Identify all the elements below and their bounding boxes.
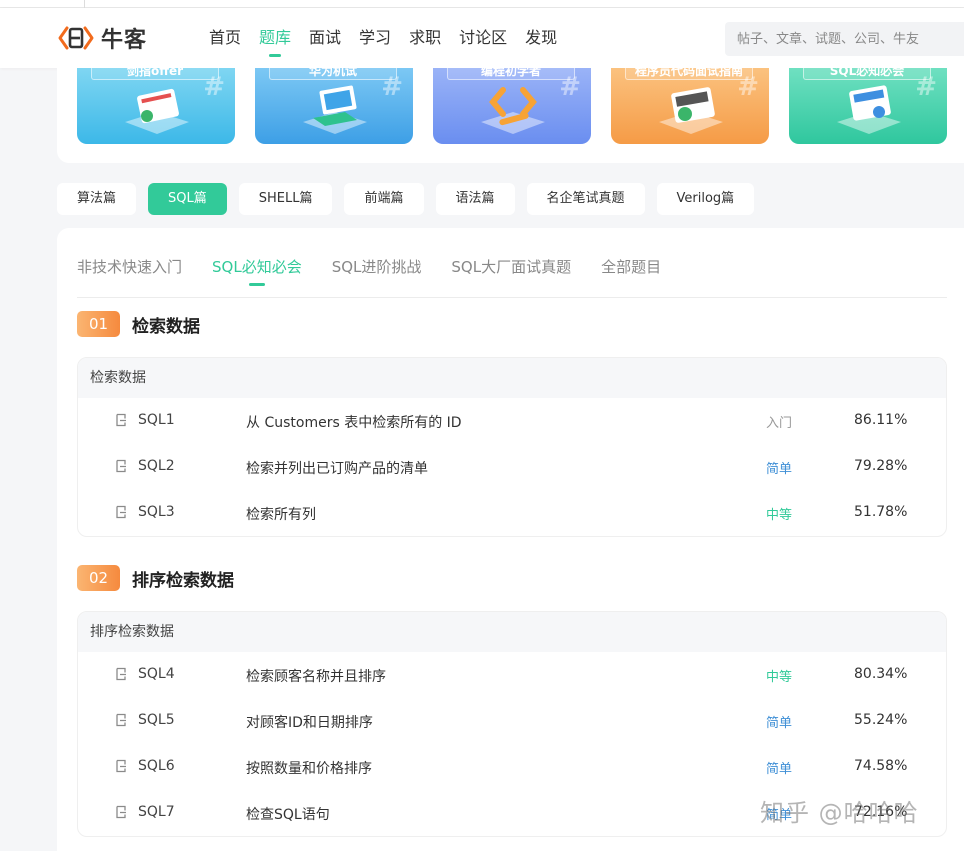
question-title-link[interactable]: 检索所有列 xyxy=(246,504,316,524)
chip-shell[interactable]: SHELL篇 xyxy=(238,183,333,215)
search-input[interactable] xyxy=(725,22,964,56)
difficulty-badge: 入门 xyxy=(766,416,793,431)
top-navbar: 牛客 首页 题库 面试 学习 求职 讨论区 发现 xyxy=(0,8,964,68)
question-id: SQL5 xyxy=(138,712,175,728)
main-nav: 首页 题库 面试 学习 求职 讨论区 发现 xyxy=(200,26,566,57)
question-id: SQL6 xyxy=(138,758,175,774)
question-doc-icon xyxy=(116,713,126,727)
difficulty-badge: 简单 xyxy=(766,462,793,477)
question-row[interactable]: SQL2 检索并列出已订购产品的清单 简单 79.28% xyxy=(78,444,946,490)
tab-sql-must-know[interactable]: SQL必知必会 xyxy=(212,256,302,286)
divider xyxy=(77,297,947,298)
question-row[interactable]: SQL6 按照数量和价格排序 简单 74.58% xyxy=(78,744,946,790)
chip-sql[interactable]: SQL篇 xyxy=(148,183,227,215)
question-doc-icon xyxy=(116,805,126,819)
chip-verilog[interactable]: Verilog篇 xyxy=(656,183,755,215)
chip-syntax[interactable]: 语法篇 xyxy=(435,183,515,215)
tab-non-tech-intro[interactable]: 非技术快速入门 xyxy=(77,256,182,277)
question-title-link[interactable]: 检索并列出已订购产品的清单 xyxy=(246,458,428,478)
pass-rate: 86.11% xyxy=(854,412,908,428)
difficulty-badge: 中等 xyxy=(766,670,793,685)
group-title: 检索数据 xyxy=(78,358,946,398)
banner-card-sql[interactable]: SQL必知必会 # xyxy=(789,68,947,144)
hash-icon: # xyxy=(737,72,759,102)
section-title: 检索数据 xyxy=(132,316,200,337)
code-icon xyxy=(481,87,545,134)
hash-icon: # xyxy=(203,72,225,102)
sub-tabs: 非技术快速入门 SQL必知必会 SQL进阶挑战 SQL大厂面试真题 全部题目 xyxy=(77,256,691,286)
hash-icon: # xyxy=(381,72,403,102)
question-title-link[interactable]: 从 Customers 表中检索所有的 ID xyxy=(246,412,462,432)
question-group: 检索数据 SQL1 从 Customers 表中检索所有的 ID 入门 86.1… xyxy=(77,357,947,537)
nav-interview[interactable]: 面试 xyxy=(309,26,341,50)
section-number-badge: 01 xyxy=(77,311,120,337)
question-id: SQL4 xyxy=(138,666,175,682)
question-doc-icon xyxy=(116,459,126,473)
question-row[interactable]: SQL1 从 Customers 表中检索所有的 ID 入门 86.11% xyxy=(78,398,946,444)
question-doc-icon xyxy=(116,505,126,519)
chip-company-exams[interactable]: 名企笔试真题 xyxy=(526,183,645,215)
hash-icon: # xyxy=(559,72,581,102)
nav-jobs[interactable]: 求职 xyxy=(409,26,441,50)
tab-sql-big-tech[interactable]: SQL大厂面试真题 xyxy=(451,256,571,277)
question-title-link[interactable]: 按照数量和价格排序 xyxy=(246,758,372,778)
book-icon xyxy=(125,88,189,134)
category-chips: 算法篇 SQL篇 SHELL篇 前端篇 语法篇 名企笔试真题 Verilog篇 xyxy=(57,183,766,215)
nav-question-bank[interactable]: 题库 xyxy=(259,26,291,57)
question-panel: 非技术快速入门 SQL必知必会 SQL进阶挑战 SQL大厂面试真题 全部题目 0… xyxy=(57,228,964,851)
question-row[interactable]: SQL4 检索顾客名称并且排序 中等 80.34% xyxy=(78,652,946,698)
question-doc-icon xyxy=(116,759,126,773)
section-header: 01 检索数据 xyxy=(77,311,200,337)
section-title: 排序检索数据 xyxy=(132,570,234,591)
section-header: 02 排序检索数据 xyxy=(77,565,234,591)
browser-tab-strip xyxy=(0,0,964,8)
banner-card-offer[interactable]: 剑指offer # xyxy=(77,68,235,144)
pass-rate: 79.28% xyxy=(854,458,908,474)
banner-card-huawei[interactable]: 华为机试 # xyxy=(255,68,413,144)
question-doc-icon xyxy=(116,667,126,681)
question-title-link[interactable]: 检索顾客名称并且排序 xyxy=(246,666,386,686)
question-title-link[interactable]: 检查SQL语句 xyxy=(246,804,330,824)
watermark: 知乎 @哈哈哈 xyxy=(760,799,919,827)
pass-rate: 74.58% xyxy=(854,758,908,774)
group-title: 排序检索数据 xyxy=(78,612,946,652)
difficulty-badge: 简单 xyxy=(766,762,793,777)
chip-algorithm[interactable]: 算法篇 xyxy=(57,183,137,215)
question-id: SQL7 xyxy=(138,804,175,820)
question-row[interactable]: SQL3 检索所有列 中等 51.78% xyxy=(78,490,946,536)
question-id: SQL3 xyxy=(138,504,175,520)
pass-rate: 51.78% xyxy=(854,504,908,520)
logo-icon xyxy=(58,26,94,50)
pass-rate: 80.34% xyxy=(854,666,908,682)
tab-all-questions[interactable]: 全部题目 xyxy=(601,256,661,277)
site-logo[interactable]: 牛客 xyxy=(57,23,147,53)
nav-discover[interactable]: 发现 xyxy=(525,26,557,50)
logo-text: 牛客 xyxy=(101,28,148,53)
nav-discuss[interactable]: 讨论区 xyxy=(459,26,507,50)
laptop-icon xyxy=(303,85,367,134)
question-row[interactable]: SQL5 对顾客ID和日期排序 简单 55.24% xyxy=(78,698,946,744)
question-doc-icon xyxy=(116,413,126,427)
banner-card-beginner[interactable]: 编程初学者 # xyxy=(433,68,591,144)
book-icon xyxy=(837,85,901,134)
book-icon xyxy=(659,87,723,134)
question-title-link[interactable]: 对顾客ID和日期排序 xyxy=(246,712,373,732)
chip-frontend[interactable]: 前端篇 xyxy=(344,183,424,215)
question-id: SQL1 xyxy=(138,412,175,428)
banner-row: 剑指offer # 华为机试 # 编程初学者 # 程序员代码面试指南 # SQL… xyxy=(57,68,964,163)
banner-card-code-guide[interactable]: 程序员代码面试指南 # xyxy=(611,68,769,144)
difficulty-badge: 简单 xyxy=(766,716,793,731)
question-id: SQL2 xyxy=(138,458,175,474)
nav-home[interactable]: 首页 xyxy=(209,26,241,50)
difficulty-badge: 中等 xyxy=(766,508,793,523)
section-number-badge: 02 xyxy=(77,565,120,591)
hash-icon: # xyxy=(915,72,937,102)
tab-sql-advanced[interactable]: SQL进阶挑战 xyxy=(332,256,422,277)
nav-learn[interactable]: 学习 xyxy=(359,26,391,50)
pass-rate: 55.24% xyxy=(854,712,908,728)
